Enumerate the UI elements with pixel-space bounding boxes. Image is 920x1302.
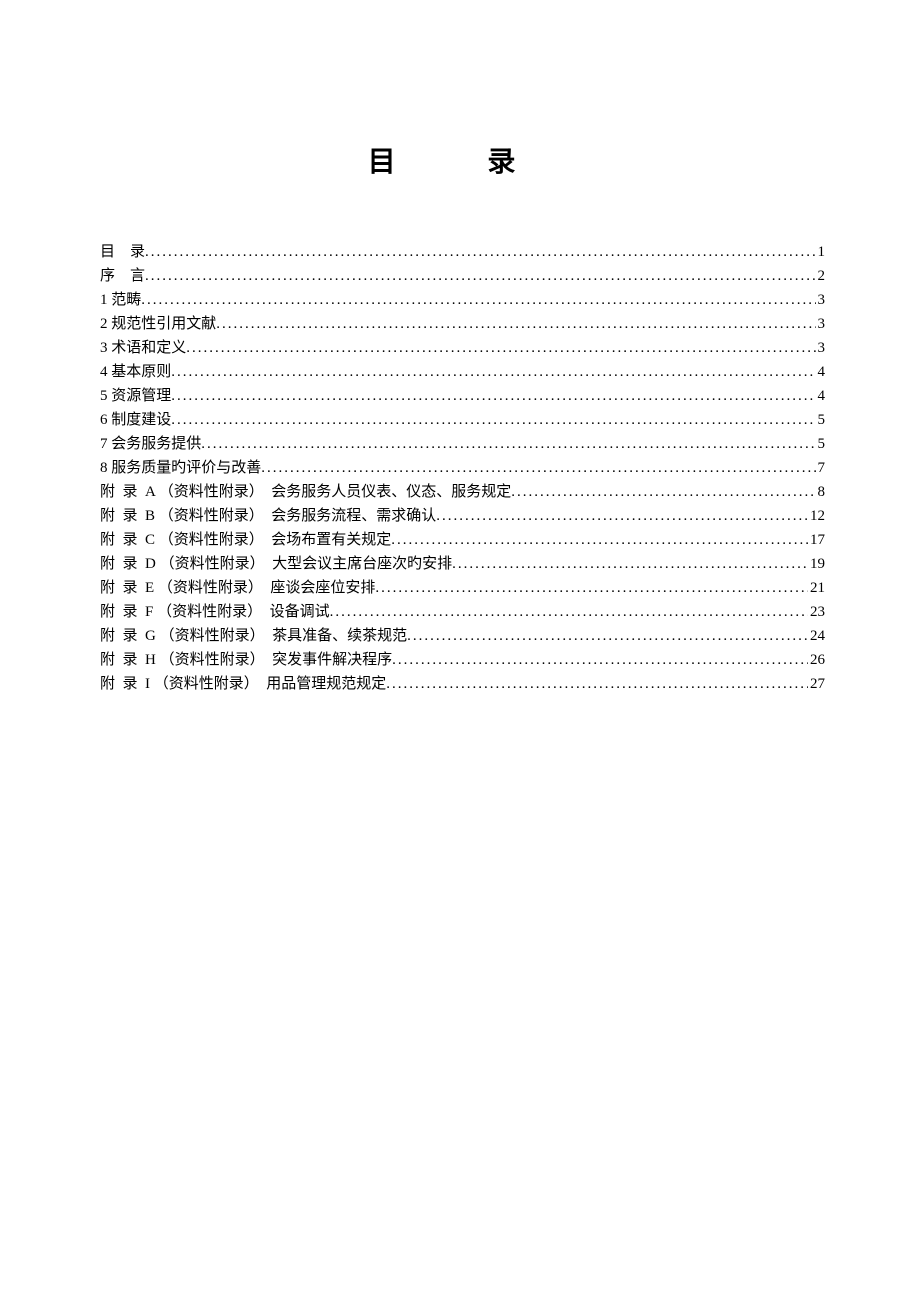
toc-entry-label: 目 录	[100, 240, 145, 264]
toc-entry: 1 范畴 3	[100, 288, 825, 312]
toc-entry-page: 4	[816, 384, 826, 408]
toc-entry-label: 附 录 E （资料性附录） 座谈会座位安排	[100, 576, 375, 600]
toc-entry: 附 录 C （资料性附录） 会场布置有关规定 17	[100, 528, 825, 552]
toc-dot-leader	[171, 360, 815, 384]
toc-entry: 8 服务质量旳评价与改善 7	[100, 456, 825, 480]
toc-dot-leader	[407, 624, 808, 648]
toc-entry-label: 6 制度建设	[100, 408, 171, 432]
toc-entry-page: 17	[808, 528, 825, 552]
toc-title: 目 录	[100, 140, 825, 180]
toc-list: 目 录1序 言21 范畴32 规范性引用文献33 术语和定义34 基本原则45 …	[100, 240, 825, 696]
toc-entry-label: 附 录 D （资料性附录） 大型会议主席台座次旳安排	[100, 552, 452, 576]
toc-entry: 附 录 A （资料性附录） 会务服务人员仪表、仪态、服务规定 8	[100, 480, 825, 504]
toc-entry-page: 7	[816, 456, 826, 480]
toc-entry-label: 附 录 C （资料性附录） 会场布置有关规定	[100, 528, 391, 552]
toc-entry: 5 资源管理 4	[100, 384, 825, 408]
toc-entry-page: 27	[808, 672, 825, 696]
page: 目 录 目 录1序 言21 范畴32 规范性引用文献33 术语和定义34 基本原…	[0, 0, 920, 1302]
toc-entry-page: 4	[816, 360, 826, 384]
toc-dot-leader	[436, 504, 808, 528]
toc-entry-label: 4 基本原则	[100, 360, 171, 384]
toc-dot-leader	[386, 672, 808, 696]
toc-dot-leader	[452, 552, 808, 576]
toc-dot-leader	[201, 432, 815, 456]
toc-entry-label: 7 会务服务提供	[100, 432, 201, 456]
toc-dot-leader	[186, 336, 815, 360]
toc-entry-label: 附 录 G （资料性附录） 茶具准备、续茶规范	[100, 624, 407, 648]
toc-entry-page: 2	[816, 264, 826, 288]
toc-entry-label: 3 术语和定义	[100, 336, 186, 360]
toc-entry: 附 录 F （资料性附录） 设备调试 23	[100, 600, 825, 624]
toc-entry-page: 5	[816, 432, 826, 456]
toc-entry: 附 录 H （资料性附录） 突发事件解决程序 26	[100, 648, 825, 672]
toc-entry: 附 录 I （资料性附录） 用品管理规范规定 27	[100, 672, 825, 696]
toc-entry-label: 附 录 H （资料性附录） 突发事件解决程序	[100, 648, 392, 672]
toc-entry-page: 5	[816, 408, 826, 432]
toc-dot-leader	[511, 480, 815, 504]
toc-entry: 附 录 B （资料性附录） 会务服务流程、需求确认 12	[100, 504, 825, 528]
toc-entry-page: 3	[816, 312, 826, 336]
toc-entry: 3 术语和定义 3	[100, 336, 825, 360]
toc-entry: 附 录 G （资料性附录） 茶具准备、续茶规范 24	[100, 624, 825, 648]
toc-entry-label: 附 录 F （资料性附录） 设备调试	[100, 600, 330, 624]
toc-entry-page: 24	[808, 624, 825, 648]
toc-entry-page: 19	[808, 552, 825, 576]
toc-entry-label: 附 录 B （资料性附录） 会务服务流程、需求确认	[100, 504, 436, 528]
toc-entry-page: 23	[808, 600, 825, 624]
toc-entry-label: 1 范畴	[100, 288, 141, 312]
toc-entry: 目 录 1	[100, 240, 825, 264]
toc-entry: 7 会务服务提供 5	[100, 432, 825, 456]
toc-dot-leader	[171, 408, 815, 432]
toc-dot-leader	[330, 600, 808, 624]
toc-entry-label: 附 录 I （资料性附录） 用品管理规范规定	[100, 672, 386, 696]
toc-dot-leader	[171, 384, 815, 408]
toc-dot-leader	[216, 312, 815, 336]
toc-entry: 附 录 E （资料性附录） 座谈会座位安排 21	[100, 576, 825, 600]
toc-entry: 4 基本原则 4	[100, 360, 825, 384]
toc-entry-page: 26	[808, 648, 825, 672]
toc-entry: 序 言 2	[100, 264, 825, 288]
toc-entry-page: 3	[816, 288, 826, 312]
toc-dot-leader	[392, 648, 808, 672]
toc-entry: 2 规范性引用文献 3	[100, 312, 825, 336]
toc-entry-label: 2 规范性引用文献	[100, 312, 216, 336]
toc-entry-label: 5 资源管理	[100, 384, 171, 408]
toc-dot-leader	[375, 576, 808, 600]
toc-dot-leader	[141, 288, 815, 312]
toc-dot-leader	[145, 264, 815, 288]
toc-entry-page: 3	[816, 336, 826, 360]
toc-entry-page: 12	[808, 504, 825, 528]
toc-entry-label: 8 服务质量旳评价与改善	[100, 456, 261, 480]
toc-entry-label: 序 言	[100, 264, 145, 288]
toc-dot-leader	[145, 240, 815, 264]
toc-entry-page: 8	[816, 480, 826, 504]
toc-entry: 附 录 D （资料性附录） 大型会议主席台座次旳安排 19	[100, 552, 825, 576]
toc-dot-leader	[261, 456, 815, 480]
toc-entry: 6 制度建设 5	[100, 408, 825, 432]
toc-entry-label: 附 录 A （资料性附录） 会务服务人员仪表、仪态、服务规定	[100, 480, 511, 504]
toc-entry-page: 21	[808, 576, 825, 600]
toc-dot-leader	[391, 528, 808, 552]
toc-entry-page: 1	[816, 240, 826, 264]
